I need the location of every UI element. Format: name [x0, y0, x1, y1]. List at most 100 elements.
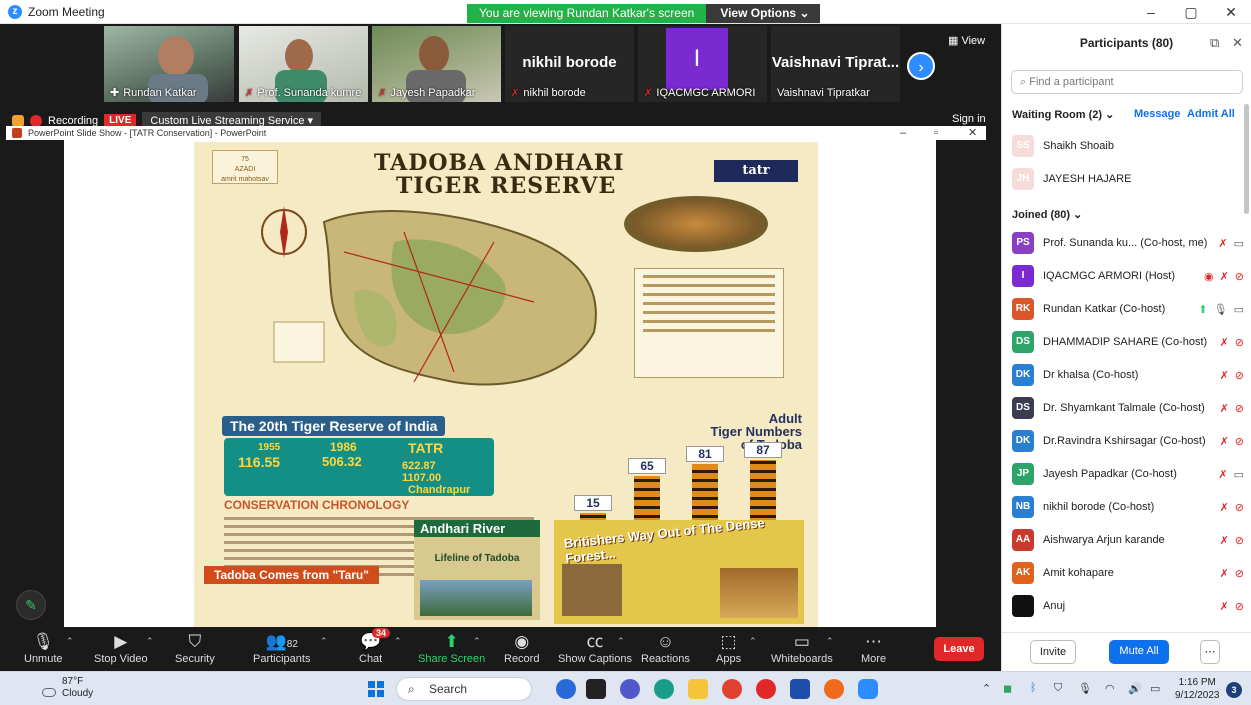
close-panel-icon[interactable]: ✕	[1232, 35, 1243, 51]
chevron-up-icon[interactable]: ⌃	[320, 636, 328, 647]
river-photo	[420, 580, 532, 616]
mic-muted-icon: ✗	[1219, 336, 1229, 349]
maximize-button[interactable]: ▢	[1171, 0, 1211, 24]
file-explorer-icon[interactable]	[688, 679, 708, 699]
year-1986: 1986	[330, 440, 357, 454]
chevron-up-icon[interactable]: ⌃	[146, 636, 154, 647]
participant-row[interactable]: AK Amit kohapare ✗ ⊘	[1012, 561, 1244, 585]
video-tile[interactable]: I ✗ IQACMGC ARMORI	[638, 26, 767, 102]
windows-start-icon[interactable]	[368, 681, 384, 697]
annotate-pencil-button[interactable]: ✎	[16, 590, 46, 620]
participant-row[interactable]: DS DHAMMADIP SAHARE (Co-host) ✗ ⊘	[1012, 330, 1244, 354]
chevron-up-icon[interactable]: ⌃	[826, 636, 834, 647]
video-tile[interactable]: ✗ Prof. Sunanda kumre	[239, 26, 368, 102]
windows-taskbar: 87°F Cloudy ⌕ Search ⌃ ◼ ᛒ ⛉ 🎙 ◠ 🔊 ▭ 1:16…	[0, 671, 1251, 705]
chrome-icon[interactable]	[722, 679, 742, 699]
message-button[interactable]: Message	[1134, 108, 1180, 120]
unmute-label: Unmute	[24, 653, 63, 665]
system-clock[interactable]: 1:16 PM 9/12/2023	[1175, 676, 1220, 702]
leave-button[interactable]: Leave	[934, 637, 984, 661]
video-tile[interactable]: ✚ Rundan Katkar	[104, 26, 234, 102]
reactions-button[interactable]: ☺ Reactions	[641, 631, 690, 665]
bing-icon[interactable]	[556, 679, 576, 699]
video-icon: ▭	[1233, 468, 1244, 481]
wifi-icon[interactable]: ◠	[1105, 682, 1115, 695]
task-view-icon[interactable]	[586, 679, 606, 699]
admit-all-button[interactable]: Admit All	[1187, 108, 1235, 120]
firefox-icon[interactable]	[824, 679, 844, 699]
view-button[interactable]: ▦ View	[948, 34, 985, 47]
invite-button[interactable]: Invite	[1030, 640, 1076, 664]
participant-row[interactable]: Anuj ✗ ⊘	[1012, 594, 1244, 618]
avatar: DK	[1012, 430, 1034, 452]
chart-data-label: 15	[574, 495, 612, 511]
shield-icon	[12, 114, 24, 127]
taskbar-search[interactable]: ⌕ Search	[396, 677, 532, 701]
participant-row[interactable]: AA Aishwarya Arjun karande ✗ ⊘	[1012, 528, 1244, 552]
battery-icon[interactable]: ▭	[1150, 682, 1160, 695]
panel-footer: Invite Mute All ⋯	[1002, 632, 1251, 671]
mute-all-button[interactable]: Mute All	[1109, 640, 1169, 664]
zoom-taskbar-icon[interactable]	[858, 679, 878, 699]
video-tile[interactable]: nikhil borode ✗ nikhil borode	[505, 26, 634, 102]
participant-row[interactable]: DS Dr. Shyamkant Talmale (Co-host) ✗ ⊘	[1012, 396, 1244, 420]
bluetooth-icon[interactable]: ᛒ	[1030, 682, 1037, 694]
mic-icon[interactable]: 🎙	[1078, 682, 1092, 695]
popout-icon[interactable]: ⧉	[1210, 35, 1219, 51]
edge-icon[interactable]	[654, 679, 674, 699]
taru-panel: Tadoba Comes from "Taru"	[204, 566, 404, 626]
chevron-up-icon[interactable]: ⌃	[617, 636, 625, 647]
chevron-up-icon[interactable]: ⌃	[473, 636, 481, 647]
app-tray-icon[interactable]: ◼	[1003, 682, 1012, 695]
security-button[interactable]: ⛉ Security	[175, 631, 215, 665]
apps-button[interactable]: ⬚ Apps	[716, 631, 741, 665]
waiting-room-header[interactable]: Waiting Room (2) ⌄	[1012, 108, 1114, 121]
search-icon: ⌕	[1020, 76, 1027, 88]
joined-header[interactable]: Joined (80) ⌄	[1012, 208, 1082, 221]
chevron-up-icon[interactable]: ⌃	[394, 636, 402, 647]
chevron-up-icon[interactable]: ⌃	[749, 636, 757, 647]
volume-icon[interactable]: 🔊	[1128, 682, 1142, 695]
record-dot-icon	[30, 114, 42, 127]
scrollbar[interactable]	[1244, 104, 1249, 214]
video-tile[interactable]: Vaishnavi Tiprat... Vaishnavi Tipratkar	[771, 26, 900, 102]
weather-widget[interactable]: 87°F Cloudy	[18, 676, 93, 700]
participant-row[interactable]: PS Prof. Sunanda ku... (Co-host, me) ✗ ▭	[1012, 231, 1244, 255]
video-tile[interactable]: ✗ Jayesh Papadkar	[372, 26, 501, 102]
close-button[interactable]: ✕	[1211, 0, 1251, 24]
powerpoint-icon	[12, 128, 22, 138]
record-button[interactable]: ◉ Record	[504, 631, 539, 665]
unmute-button[interactable]: 🎙 Unmute	[24, 631, 63, 665]
whiteboards-button[interactable]: ▭ Whiteboards	[771, 631, 833, 665]
stop-video-button[interactable]: ▶ Stop Video	[94, 631, 148, 665]
participant-row[interactable]: JP Jayesh Papadkar (Co-host) ✗ ▭	[1012, 462, 1244, 486]
participant-row[interactable]: DK Dr.Ravindra Kshirsagar (Co-host) ✗ ⊘	[1012, 429, 1244, 453]
participant-row[interactable]: RK Rundan Katkar (Co-host) ⬆ 🎙 ▭	[1012, 297, 1244, 321]
participant-status: ✗ ⊘	[1220, 567, 1244, 580]
more-options-button[interactable]: ⋯	[1200, 640, 1220, 664]
participant-row[interactable]: DK Dr khalsa (Co-host) ✗ ⊘	[1012, 363, 1244, 387]
waiting-participant-row[interactable]: JH JAYESH HAJARE	[1012, 167, 1244, 191]
opera-icon[interactable]	[756, 679, 776, 699]
chevron-up-icon[interactable]: ⌃	[66, 636, 74, 647]
participant-row[interactable]: I IQACMGC ARMORI (Host) ◉ ✗ ⊘	[1012, 264, 1244, 288]
next-page-button[interactable]: ›	[907, 52, 935, 80]
andhari-river-panel: Andhari River Lifeline of Tadoba	[414, 520, 540, 620]
mail-icon[interactable]	[790, 679, 810, 699]
more-button[interactable]: ⋯ More	[861, 631, 886, 665]
notification-badge[interactable]: 3	[1226, 682, 1242, 698]
sign-in-link[interactable]: Sign in	[952, 113, 986, 125]
waiting-participant-row[interactable]: SS Shaikh Shoaib	[1012, 134, 1244, 158]
security-tray-icon[interactable]: ⛉	[1054, 682, 1062, 695]
teams-icon[interactable]	[620, 679, 640, 699]
chronology-heading: CONSERVATION CHRONOLOGY	[224, 498, 410, 512]
view-options-button[interactable]: View Options ⌄	[706, 4, 820, 23]
find-participant-input[interactable]: ⌕ Find a participant	[1011, 70, 1243, 94]
minimize-button[interactable]: –	[1131, 0, 1171, 24]
participants-button[interactable]: 👥82 Participants	[253, 631, 310, 665]
participant-row[interactable]: NB nikhil borode (Co-host) ✗ ⊘	[1012, 495, 1244, 519]
pin-icon: ✚	[110, 87, 120, 99]
apps-label: Apps	[716, 653, 742, 665]
chevron-up-icon[interactable]: ⌃	[982, 682, 991, 695]
video-off-icon: ⊘	[1234, 435, 1244, 448]
